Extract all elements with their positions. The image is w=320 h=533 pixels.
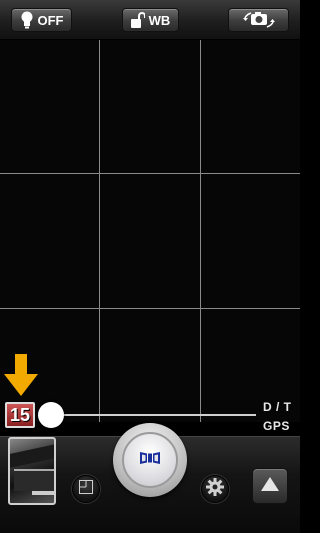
- wb-label: WB: [148, 12, 171, 28]
- white-balance-lock-button[interactable]: WB: [122, 8, 179, 32]
- timer-badge[interactable]: 15: [5, 402, 35, 428]
- zoom-slider-track[interactable]: [50, 414, 256, 416]
- grid-line-vertical: [200, 40, 201, 422]
- shutter-inner: [122, 432, 178, 488]
- camera-switch-icon: [242, 10, 276, 30]
- expand-menu-button[interactable]: [252, 468, 288, 504]
- date-time-label[interactable]: D / T: [263, 400, 292, 414]
- gear-icon: [206, 477, 224, 501]
- panorama-icon: [139, 450, 161, 471]
- settings-button[interactable]: [201, 475, 229, 503]
- gps-label[interactable]: GPS: [263, 419, 290, 433]
- top-toolbar: OFF WB: [0, 0, 300, 40]
- grid-line-horizontal: [0, 308, 300, 309]
- grid-line-vertical: [99, 40, 100, 422]
- unlock-icon: [130, 11, 145, 29]
- timer-value: 15: [9, 404, 31, 425]
- switch-camera-button[interactable]: [228, 8, 289, 32]
- zoom-slider-handle[interactable]: [38, 402, 64, 428]
- down-arrow-icon: [4, 354, 38, 403]
- last-photo-thumbnail[interactable]: [8, 437, 56, 505]
- grid-line-horizontal: [0, 173, 300, 174]
- triangle-up-icon: [261, 476, 279, 496]
- flash-label: OFF: [37, 12, 64, 28]
- square-mode-icon: [79, 479, 93, 499]
- capture-mode-button[interactable]: [72, 475, 100, 503]
- bulb-icon: [20, 11, 34, 29]
- camera-viewfinder[interactable]: [0, 40, 300, 422]
- flash-toggle-button[interactable]: OFF: [11, 8, 72, 32]
- shutter-button[interactable]: [113, 423, 187, 497]
